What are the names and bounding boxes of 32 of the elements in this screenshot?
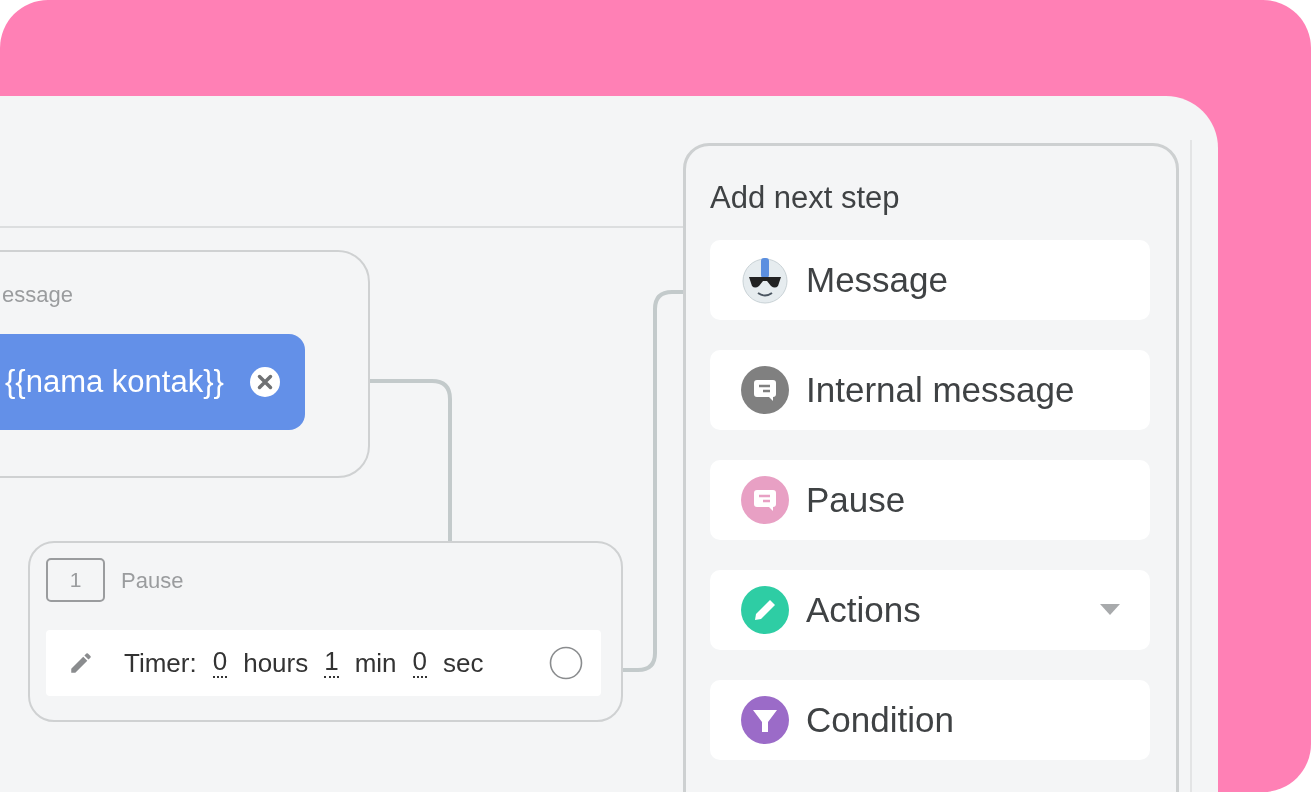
step-option[interactable]: Internal message bbox=[710, 350, 1150, 430]
circle-icon[interactable] bbox=[549, 646, 583, 680]
robot-icon bbox=[740, 255, 790, 305]
unit-label: hours bbox=[243, 646, 309, 680]
step-option[interactable]: Message bbox=[710, 240, 1150, 320]
step-option[interactable]: Actions bbox=[710, 570, 1150, 650]
node-title: essage bbox=[2, 284, 73, 306]
option-label: Pause bbox=[806, 478, 906, 521]
filter-icon bbox=[740, 695, 790, 745]
caret-icon[interactable] bbox=[1100, 604, 1120, 616]
option-label: Condition bbox=[806, 698, 954, 741]
step-option[interactable]: Pause bbox=[710, 460, 1150, 540]
chat-bubble-icon bbox=[740, 365, 790, 415]
step-option[interactable]: Condition bbox=[710, 680, 1150, 760]
node-title: Pause bbox=[121, 566, 184, 595]
unit-label: sec bbox=[443, 646, 484, 680]
minutes-value[interactable]: 1 bbox=[324, 648, 339, 678]
pause-node[interactable]: 1 Pause Timer: 0 hours 1 min 0 sec bbox=[28, 541, 623, 722]
pencil-icon bbox=[740, 585, 790, 635]
panel-title: Add next step bbox=[710, 182, 901, 213]
edit-icon[interactable] bbox=[68, 650, 94, 676]
unit-label: min bbox=[354, 646, 397, 680]
option-label: Internal message bbox=[806, 368, 1075, 411]
step-number: 1 bbox=[46, 558, 105, 602]
option-label: Actions bbox=[806, 588, 921, 631]
option-label: Message bbox=[806, 258, 949, 301]
seconds-value[interactable]: 0 bbox=[412, 648, 428, 678]
remove-icon[interactable] bbox=[249, 366, 281, 398]
hours-value[interactable]: 0 bbox=[212, 648, 228, 678]
chat-bubble-icon bbox=[740, 475, 790, 525]
timer-label: Timer: bbox=[124, 646, 197, 680]
tag-text: {{nama kontak}} bbox=[5, 362, 224, 401]
